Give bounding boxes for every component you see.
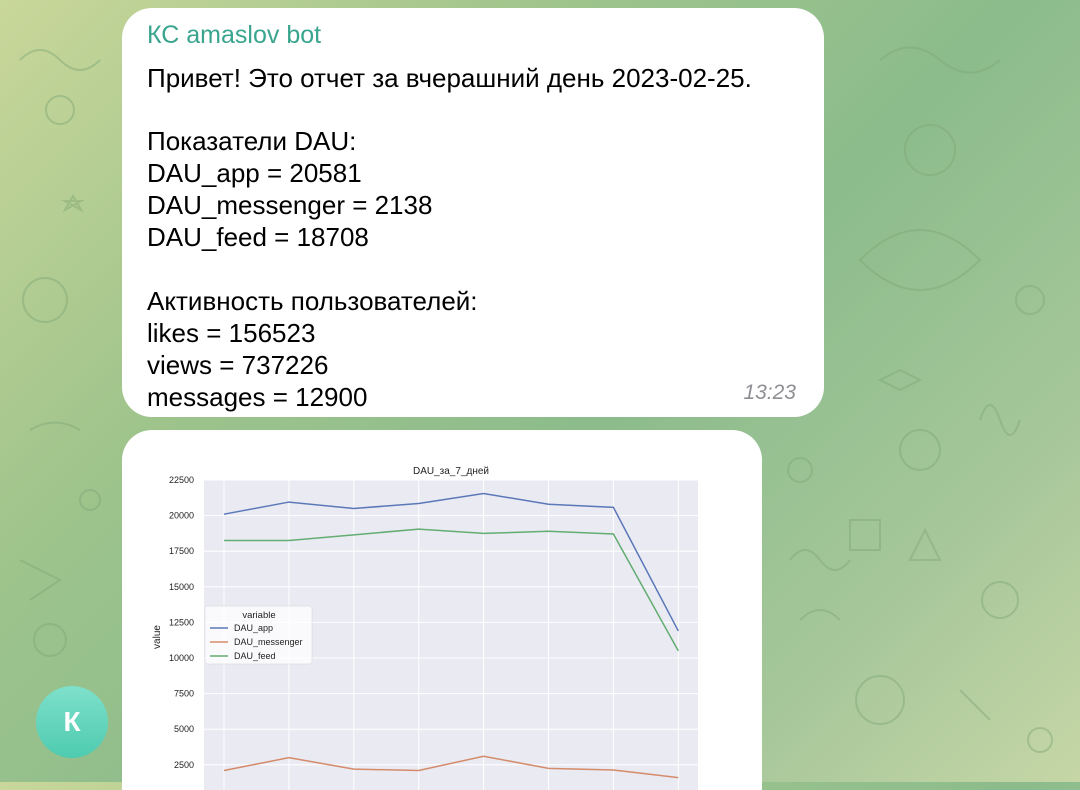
message-line-dau-app: DAU_app = 20581 — [147, 158, 362, 188]
y-tick-label: 7500 — [174, 689, 194, 699]
y-tick-label: 2500 — [174, 760, 194, 770]
legend-label-dau-messenger: DAU_messenger — [234, 637, 303, 647]
y-tick-label: 17500 — [169, 546, 194, 556]
message-line-dau-messenger: DAU_messenger = 2138 — [147, 190, 433, 220]
chart-title: DAU_за_7_дней — [413, 466, 489, 477]
message-line-greeting: Привет! Это отчет за вчерашний день 2023… — [147, 63, 752, 93]
sender-name[interactable]: КС amaslov bot — [147, 21, 321, 50]
message-line-messages: messages = 12900 — [147, 382, 368, 412]
chart-image-message[interactable]: DAU_за_7_дней value 2500 5000 7500 10000 125… — [122, 430, 762, 790]
y-axis-label: value — [152, 625, 163, 649]
legend-title: variable — [242, 610, 275, 621]
message-line-dau-feed: DAU_feed = 18708 — [147, 222, 369, 252]
message-line-likes: likes = 156523 — [147, 318, 316, 348]
y-tick-label: 5000 — [174, 724, 194, 734]
legend-label-dau-app: DAU_app — [234, 623, 273, 633]
message-line-dau-header: Показатели DAU: — [147, 126, 357, 156]
y-tick-label: 12500 — [169, 617, 194, 627]
y-tick-label: 22500 — [169, 475, 194, 485]
message-line-activity-header: Активность пользователей: — [147, 286, 478, 316]
message-line-views: views = 737226 — [147, 350, 329, 380]
legend-label-dau-feed: DAU_feed — [234, 651, 276, 661]
y-tick-label: 10000 — [169, 653, 194, 663]
chart-legend: variable DAU_app DAU_messenger DAU_feed — [204, 605, 313, 665]
y-tick-label: 20000 — [169, 511, 194, 521]
message-bubble[interactable]: КС amaslov bot Привет! Это отчет за вчер… — [122, 8, 824, 417]
dau-line-chart: DAU_за_7_дней value 2500 5000 7500 10000 125… — [152, 466, 698, 790]
y-tick-label: 15000 — [169, 582, 194, 592]
avatar-letter: К — [63, 706, 81, 737]
bot-avatar[interactable]: К — [36, 686, 108, 758]
message-time: 13:23 — [743, 381, 796, 404]
